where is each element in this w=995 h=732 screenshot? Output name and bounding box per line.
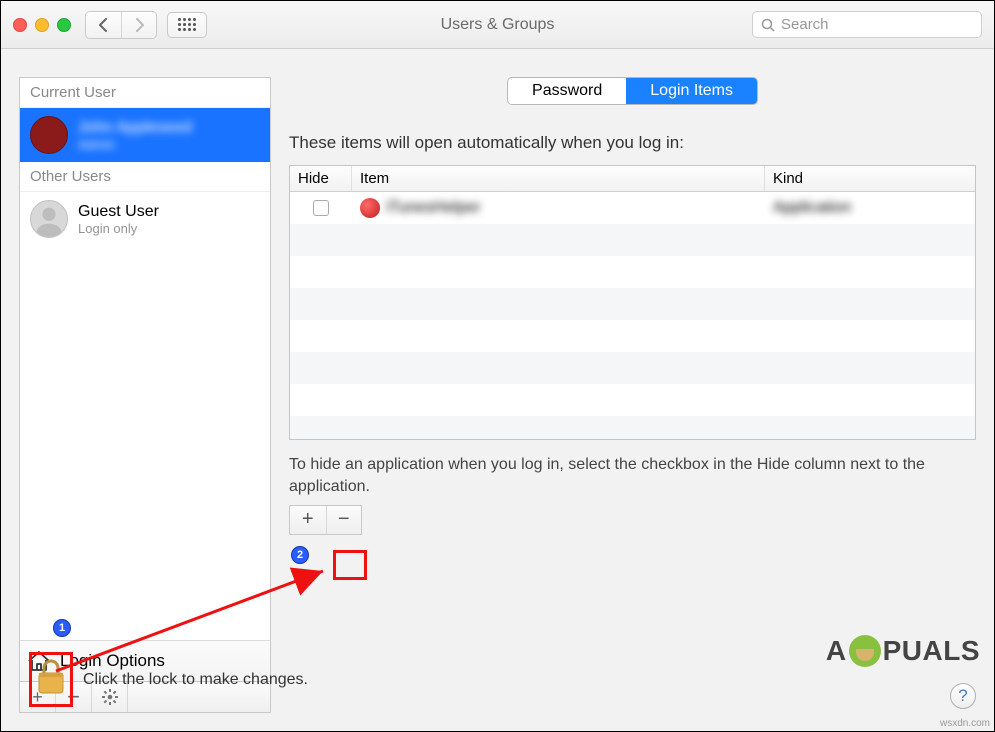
col-item[interactable]: Item xyxy=(352,166,765,191)
titlebar: Users & Groups Search xyxy=(1,1,994,49)
window-controls xyxy=(13,18,71,32)
search-placeholder: Search xyxy=(781,16,829,33)
watermark: A PUALS xyxy=(826,635,980,667)
annotation-1: 1 xyxy=(53,619,71,637)
col-kind[interactable]: Kind xyxy=(765,166,975,191)
show-all-button[interactable] xyxy=(167,12,207,38)
attribution: wsxdn.com xyxy=(940,718,990,729)
login-items-description: These items will open automatically when… xyxy=(289,133,976,153)
login-items-toolbar: + − xyxy=(289,505,362,535)
annotation-highlight-add xyxy=(333,550,367,580)
search-input[interactable]: Search xyxy=(752,11,982,38)
tab-login-items[interactable]: Login Items xyxy=(626,78,757,104)
tabs: Password Login Items xyxy=(507,77,758,105)
col-hide[interactable]: Hide xyxy=(290,166,352,191)
current-user-row[interactable]: John Appleseed Admin xyxy=(20,108,270,162)
app-icon xyxy=(360,198,380,218)
lock-icon xyxy=(34,657,68,697)
guest-user-row[interactable]: Guest User Login only xyxy=(20,192,270,246)
user-role: Admin xyxy=(78,137,192,153)
item-kind: Application xyxy=(773,199,851,216)
remove-login-item-button[interactable]: − xyxy=(326,506,362,534)
user-list: Current User John Appleseed Admin Other … xyxy=(19,77,271,640)
lock-label: Click the lock to make changes. xyxy=(83,671,308,689)
back-button[interactable] xyxy=(86,12,121,38)
login-items-table: Hide Item Kind iTunesHelper Application xyxy=(289,165,976,440)
annotation-2: 2 xyxy=(291,546,309,564)
user-role: Login only xyxy=(78,221,159,237)
zoom-window-button[interactable] xyxy=(57,18,71,32)
help-button[interactable]: ? xyxy=(950,683,976,709)
watermark-icon xyxy=(849,635,881,667)
add-login-item-button[interactable]: + xyxy=(290,506,326,534)
current-user-header: Current User xyxy=(20,78,270,108)
hide-hint: To hide an application when you log in, … xyxy=(289,454,976,499)
item-name: iTunesHelper xyxy=(386,199,481,217)
other-users-header: Other Users xyxy=(20,162,270,192)
hide-checkbox[interactable] xyxy=(313,200,329,216)
nav-buttons xyxy=(85,11,157,39)
lock-button[interactable] xyxy=(29,652,73,707)
user-name: John Appleseed xyxy=(78,118,192,137)
tab-password[interactable]: Password xyxy=(508,78,626,104)
search-icon xyxy=(761,18,775,32)
user-name: Guest User xyxy=(78,202,159,221)
grid-icon xyxy=(178,18,196,31)
forward-button[interactable] xyxy=(121,12,156,38)
close-window-button[interactable] xyxy=(13,18,27,32)
main-pane: Password Login Items These items will op… xyxy=(289,77,976,713)
lock-row: Click the lock to make changes. xyxy=(29,652,308,707)
avatar xyxy=(30,200,68,238)
minimize-window-button[interactable] xyxy=(35,18,49,32)
table-header: Hide Item Kind xyxy=(290,166,975,192)
users-sidebar: Current User John Appleseed Admin Other … xyxy=(19,77,271,713)
avatar xyxy=(30,116,68,154)
table-row[interactable]: iTunesHelper Application xyxy=(290,192,975,224)
